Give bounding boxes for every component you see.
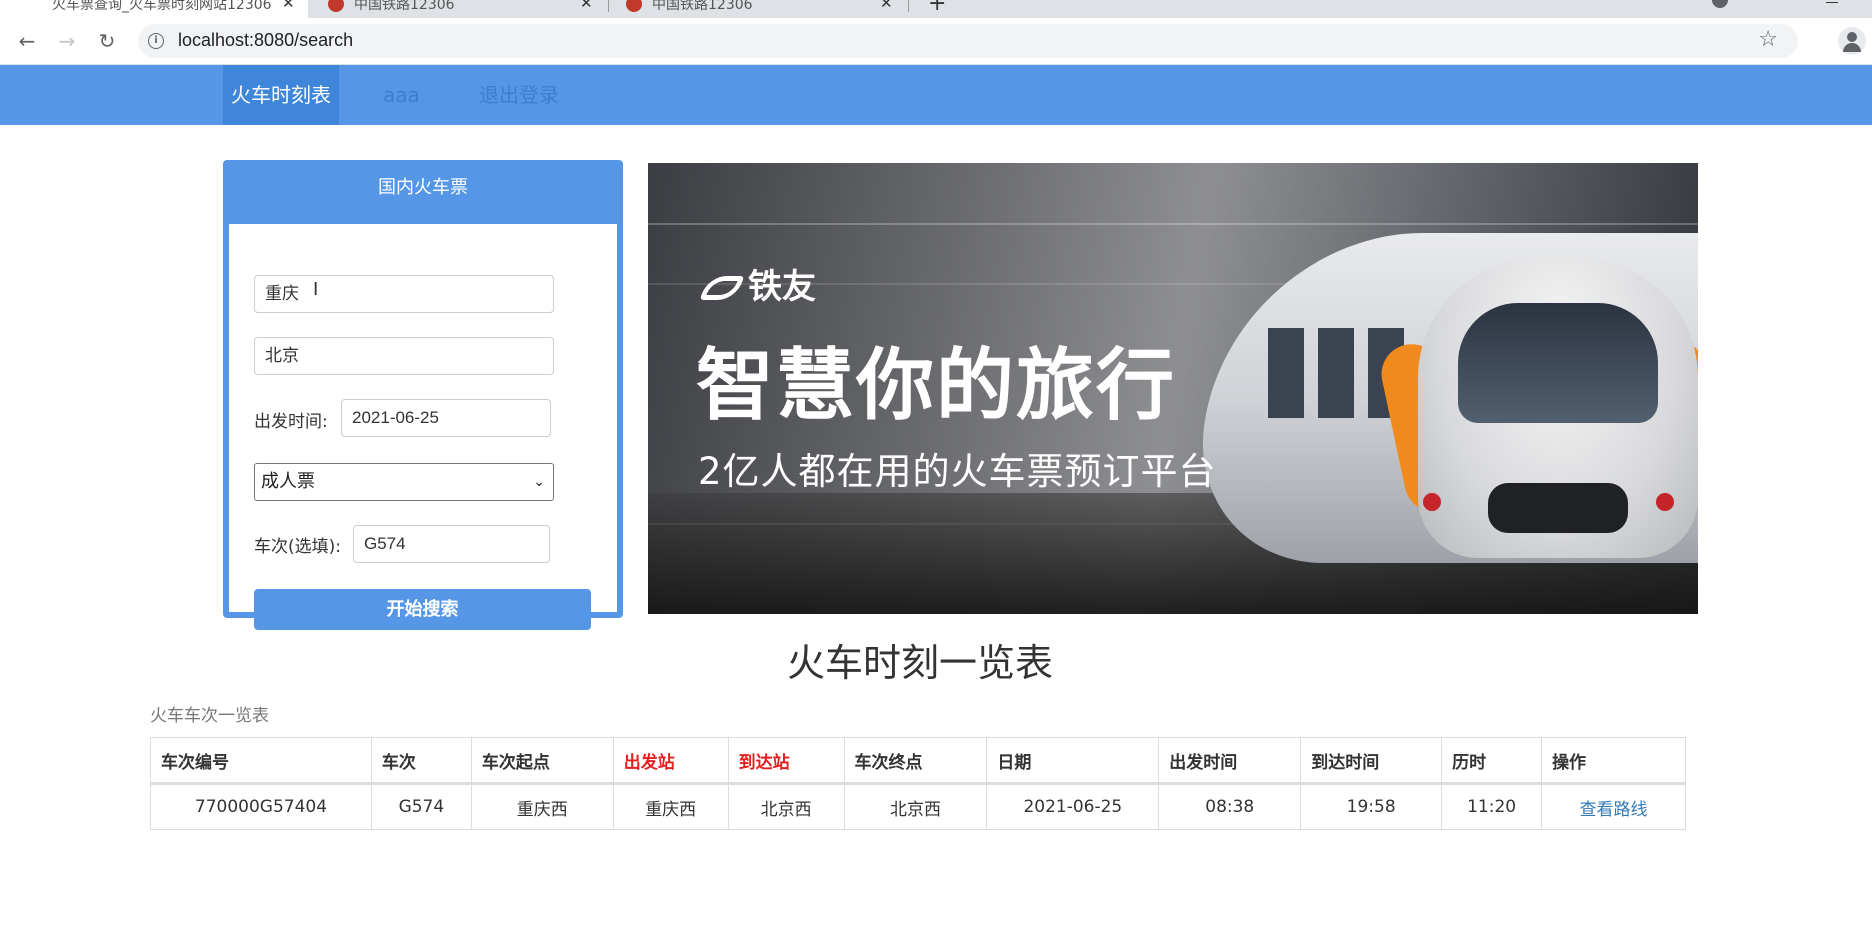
nav-item-logout[interactable]: 退出登录 <box>471 65 567 125</box>
schedule-caption: 火车车次一览表 <box>150 706 269 726</box>
col-header-origin: 车次起点 <box>470 737 614 785</box>
train-number-input[interactable]: G574 <box>353 525 550 563</box>
tab-search-icon[interactable] <box>1712 0 1728 8</box>
schedule-table: 车次编号 车次 车次起点 出发站 到达站 车次终点 日期 出发时间 到达时间 历… <box>150 737 1686 830</box>
speed-streak <box>648 223 1698 225</box>
col-header-terminal: 车次终点 <box>843 737 988 785</box>
cell-arrive-time: 19:58 <box>1300 783 1443 830</box>
cell-duration: 11:20 <box>1441 783 1543 830</box>
railway-favicon-icon <box>626 0 642 12</box>
train-side-window <box>1268 328 1304 418</box>
cell-terminal: 北京西 <box>843 783 988 830</box>
tab-close-icon[interactable]: ✕ <box>880 0 893 12</box>
browser-tab-1[interactable]: 火车票查询_火车票时刻网站12306 ✕ <box>0 0 308 18</box>
date-label: 出发时间: <box>254 412 328 432</box>
col-header-train-no: 车次 <box>370 737 472 785</box>
minimize-icon[interactable] <box>1826 2 1838 3</box>
col-header-arrive-station: 到达站 <box>727 737 845 785</box>
col-header-depart-time: 出发时间 <box>1158 737 1302 785</box>
cell-train-id: 770000G57404 <box>150 783 372 830</box>
tieyou-logo-icon <box>699 276 745 300</box>
train-headlight <box>1656 493 1674 511</box>
tab-close-icon[interactable]: ✕ <box>580 0 593 12</box>
train-headlight <box>1423 493 1441 511</box>
text-cursor-icon: I <box>313 279 319 300</box>
address-bar[interactable]: i localhost:8080/search ☆ <box>138 24 1798 58</box>
date-input[interactable]: 2021-06-25 <box>341 399 551 437</box>
cell-origin: 重庆西 <box>470 783 614 830</box>
tab-separator <box>908 0 909 12</box>
nav-item-schedule[interactable]: 火车时刻表 <box>223 65 339 125</box>
train-number-label: 车次(选填): <box>254 537 341 557</box>
tieyou-logo: 铁友 <box>699 259 816 308</box>
col-header-duration: 历时 <box>1441 737 1543 785</box>
col-header-train-id: 车次编号 <box>150 737 372 785</box>
browser-tab-2[interactable]: 中国铁路12306 ✕ <box>310 0 606 18</box>
reload-icon[interactable]: ↻ <box>94 28 120 54</box>
browser-toolbar: ← → ↻ i localhost:8080/search ☆ <box>0 18 1872 65</box>
browser-tab-title: 中国铁路12306 <box>652 0 753 13</box>
logo-text: 铁友 <box>748 267 816 307</box>
train-grill <box>1488 483 1628 533</box>
cell-arrive-station: 北京西 <box>727 783 845 830</box>
railway-favicon-icon <box>328 0 344 12</box>
cell-date: 2021-06-25 <box>986 783 1160 830</box>
ticket-type-selected: 成人票 <box>261 471 315 492</box>
cell-train-no: G574 <box>370 783 472 830</box>
cell-depart-station: 重庆西 <box>612 783 729 830</box>
chevron-down-icon: ⌄ <box>533 474 545 490</box>
browser-tab-3[interactable]: 中国铁路12306 ✕ <box>612 0 908 18</box>
to-station-input[interactable]: 北京 <box>254 337 554 375</box>
col-header-depart-station: 出发站 <box>612 737 729 785</box>
new-tab-plus-icon[interactable]: + <box>928 0 946 16</box>
account-avatar-icon[interactable] <box>1838 27 1866 55</box>
train-windshield <box>1458 303 1658 423</box>
start-search-button[interactable]: 开始搜索 <box>254 589 591 630</box>
schedule-title: 火车时刻一览表 <box>787 641 1054 685</box>
train-side-window <box>1318 328 1354 418</box>
banner-headline: 智慧你的旅行 <box>696 341 1177 431</box>
back-arrow-icon[interactable]: ← <box>14 28 40 54</box>
browser-tab-title: 中国铁路12306 <box>354 0 455 13</box>
col-header-date: 日期 <box>986 737 1160 785</box>
browser-tabstrip: 火车票查询_火车票时刻网站12306 ✕ 中国铁路12306 ✕ 中国铁路123… <box>0 0 1872 18</box>
panel-title: 国内火车票 <box>378 177 468 198</box>
table-row: 770000G57404 G574 重庆西 重庆西 北京西 北京西 2021-0… <box>150 783 1686 830</box>
col-header-action: 操作 <box>1541 737 1686 785</box>
browser-tab-title: 火车票查询_火车票时刻网站12306 <box>52 0 272 13</box>
view-route-link[interactable]: 查看路线 <box>1580 800 1648 820</box>
tab-separator <box>608 0 609 12</box>
ticket-type-select[interactable]: 成人票 ⌄ <box>254 463 554 501</box>
cell-action: 查看路线 <box>1541 783 1686 830</box>
from-station-input[interactable]: 重庆 <box>254 275 554 313</box>
table-header-row: 车次编号 车次 车次起点 出发站 到达站 车次终点 日期 出发时间 到达时间 历… <box>150 737 1686 785</box>
banner-subline: 2亿人都在用的火车票预订平台 <box>698 450 1217 493</box>
bookmark-star-icon[interactable]: ☆ <box>1758 27 1778 52</box>
url-text: localhost:8080/search <box>178 30 354 50</box>
forward-arrow-icon[interactable]: → <box>54 28 80 54</box>
cell-depart-time: 08:38 <box>1158 783 1302 830</box>
nav-item-user[interactable]: aaa <box>375 65 428 125</box>
col-header-arrive-time: 到达时间 <box>1300 737 1443 785</box>
promo-banner: 铁友 智慧你的旅行 2亿人都在用的火车票预订平台 <box>648 163 1698 614</box>
site-info-icon[interactable]: i <box>148 33 164 49</box>
app-navbar: 火车时刻表 aaa 退出登录 <box>0 65 1872 125</box>
tab-close-icon[interactable]: ✕ <box>282 0 295 12</box>
